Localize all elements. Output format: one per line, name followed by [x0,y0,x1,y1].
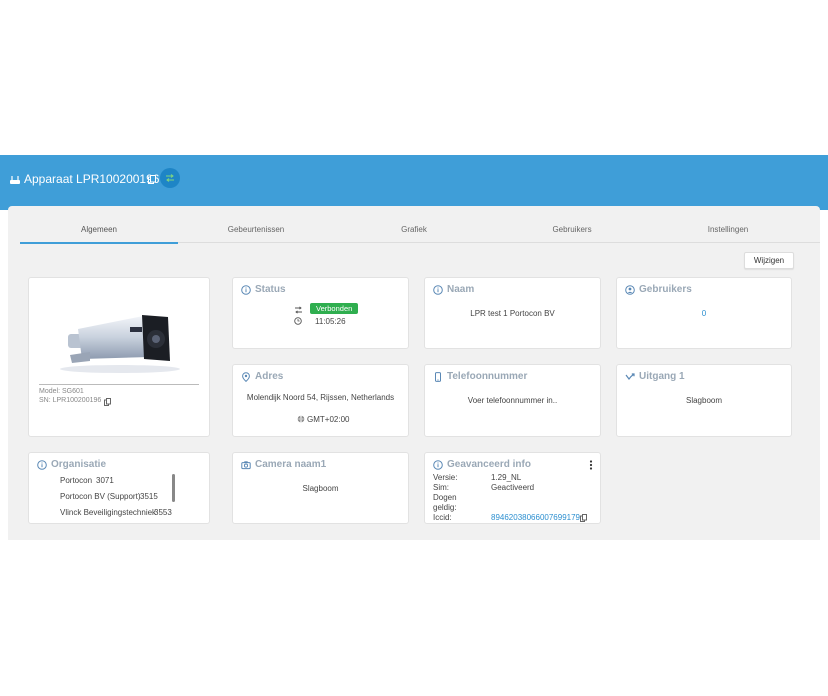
org-id: 3071 [96,476,114,485]
info-label: geldig: [433,503,457,512]
page-title: Apparaat LPR100200196 [24,172,160,186]
org-name: Vlinck Beveiligingstechniek [60,508,157,517]
iccid-value[interactable]: 89462038066007699179 [491,513,580,522]
status-title: Status [255,284,286,295]
swap-button[interactable] [160,168,180,188]
location-pin-icon [242,372,250,382]
device-model: Model: SG601 [39,388,84,395]
device-image-card: Model: SG601 SN: LPR100200196 [28,277,210,437]
tab-gebruikers[interactable]: Gebruikers [496,219,648,242]
device-sn: SN: LPR100200196 [39,397,102,404]
copy-icon[interactable] [148,175,156,184]
org-id: 3553 [154,508,172,517]
status-badge: Verbonden [310,303,359,314]
info-value: 1.29_NL [491,473,522,482]
telefoon-input[interactable]: Voer telefoonnummer in.. [425,396,600,405]
info-value: Geactiveerd [491,483,535,492]
camera-image [60,315,180,373]
gebruikers-count[interactable]: 0 [617,309,791,318]
clock-icon [294,317,302,325]
info-label: Sim: [433,483,449,492]
image-divider [39,384,199,385]
copy-icon[interactable] [104,398,111,406]
uitgang-title: Uitgang 1 [639,371,685,382]
gebruikers-title: Gebruikers [639,284,692,295]
globe-icon [297,415,305,423]
geavanceerd-title: Geavanceerd info [447,459,531,470]
org-name: Portocon [60,476,93,485]
tab-gebeurtenissen[interactable]: Gebeurtenissen [180,219,332,242]
gebruikers-card: Gebruikers 0 [616,277,792,349]
info-label: Iccid: [433,513,452,522]
adres-timezone: GMT+02:00 [307,415,350,424]
output-arrow-icon [625,373,635,380]
telefoon-card: Telefoonnummer Voer telefoonnummer in.. [424,364,601,437]
info-icon [433,285,443,295]
router-icon [10,176,20,184]
org-id: 3515 [140,492,158,501]
organisatie-scrollbar[interactable] [172,474,175,502]
more-vertical-icon[interactable] [589,460,593,470]
tab-instellingen[interactable]: Instellingen [652,219,804,242]
adres-title: Adres [255,371,284,382]
info-label: Versie: [433,473,458,482]
tab-divider [178,242,820,243]
naam-value: LPR test 1 Portocon BV [470,309,555,318]
info-label: Dogen [433,493,457,502]
organisatie-card: Organisatie Portocon 3071 Portocon BV (S… [28,452,210,524]
camera-icon [241,461,251,470]
copy-icon[interactable] [580,514,587,522]
info-icon [37,460,47,470]
camera-title: Camera naam1 [255,459,327,470]
geavanceerd-card: Geavanceerd info Versie: 1.29_NL Sim: Ge… [424,452,601,524]
camera-value: Slagboom [302,484,339,493]
tab-grafiek[interactable]: Grafiek [338,219,490,242]
tab-bar: Algemeen Gebeurtenissen Grafiek Gebruike… [20,219,820,244]
naam-card: Naam LPR test 1 Portocon BV [424,277,601,349]
swap-icon [295,306,302,314]
adres-card: Adres Molendijk Noord 54, Rijssen, Nethe… [232,364,409,437]
uitgang-card: Uitgang 1 Slagboom [616,364,792,437]
uitgang-value: Slagboom [685,396,723,405]
phone-icon [435,372,441,382]
status-time: 11:05:26 [315,317,346,326]
swap-icon [166,174,174,182]
user-icon [625,285,635,295]
org-name: Portocon BV (Support) [60,492,141,501]
edit-button[interactable]: Wijzigen [744,252,794,269]
status-card: Status Verbonden 11:05:26 [232,277,409,349]
telefoon-title: Telefoonnummer [447,371,528,382]
info-icon [241,285,251,295]
info-icon [433,460,443,470]
organisatie-title: Organisatie [51,459,107,470]
naam-title: Naam [447,284,475,295]
camera-card: Camera naam1 Slagboom [232,452,409,524]
adres-value: Molendijk Noord 54, Rijssen, Netherlands [246,393,395,402]
tab-algemeen[interactable]: Algemeen [20,219,178,244]
